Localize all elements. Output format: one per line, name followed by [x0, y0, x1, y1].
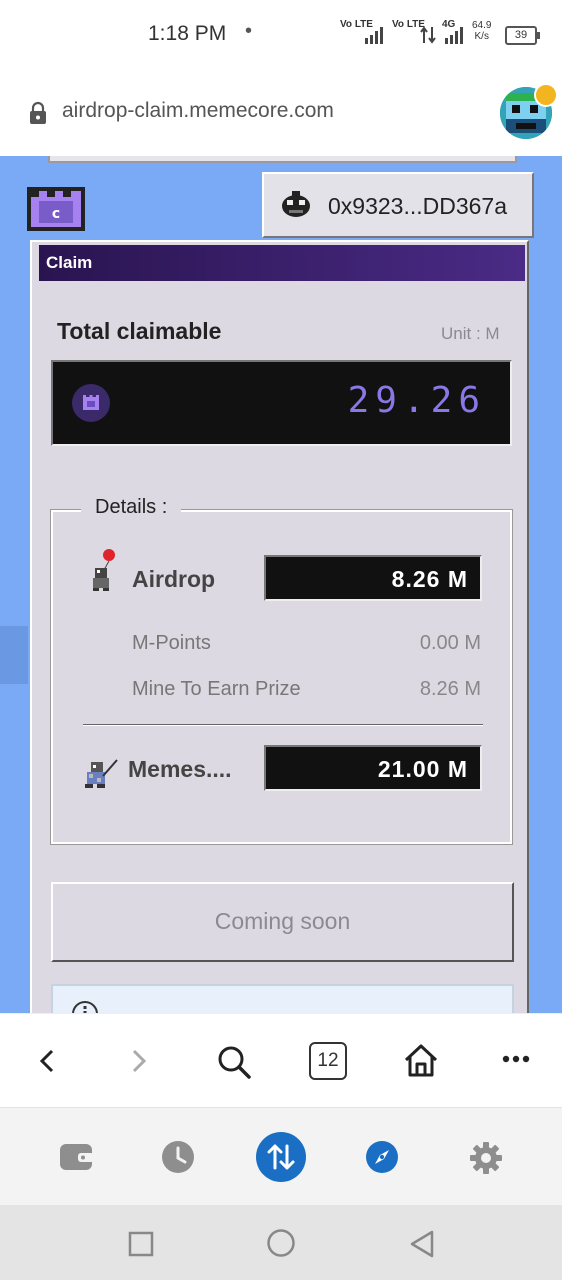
castle-logo-icon[interactable]: c	[25, 183, 87, 233]
tabs-count-button[interactable]: 12	[309, 1042, 347, 1080]
total-claimable-value: 29.26	[347, 380, 486, 421]
network-speed-unit: K/s	[474, 31, 489, 42]
info-icon	[72, 1001, 98, 1013]
data-arrows-icon	[420, 26, 436, 44]
search-icon[interactable]	[216, 1044, 252, 1080]
status-time: 1:18 PM	[148, 22, 227, 45]
status-bar: 1:18 PM • Vo LTE Vo LTE 4G 64.9 K/s 39	[0, 0, 562, 70]
claim-window: Claim Total claimable Unit : M 29.26 Det…	[30, 240, 529, 1013]
memes-value: 21.00 M	[377, 756, 468, 782]
wallet-address: 0x9323...DD367a	[328, 193, 508, 219]
chevron-left-icon[interactable]	[36, 1048, 58, 1074]
transfer-button[interactable]	[256, 1132, 306, 1182]
token-badge-icon	[72, 384, 110, 422]
airdrop-value-box: 8.26 M	[264, 555, 482, 601]
window-title: Claim	[46, 253, 93, 272]
memes-value-box: 21.00 M	[264, 745, 482, 791]
mpoints-value: 0.00 M	[419, 632, 481, 654]
signal-bars-icon	[365, 27, 383, 44]
memes-knight-icon	[85, 759, 118, 788]
gear-icon[interactable]	[468, 1140, 504, 1176]
airdrop-label: Airdrop	[132, 566, 216, 592]
coming-soon-button[interactable]: Coming soon	[51, 882, 514, 962]
url-text[interactable]: airdrop-claim.memecore.com	[62, 99, 334, 123]
wallet-avatar-icon	[282, 191, 310, 217]
wallet-dock	[0, 1107, 562, 1206]
system-nav-bar	[0, 1205, 562, 1280]
chevron-right-icon[interactable]	[128, 1048, 150, 1074]
status-dot: •	[245, 20, 253, 42]
unit-label: Unit : M	[441, 324, 500, 343]
lock-icon	[30, 101, 46, 124]
back-triangle-icon[interactable]	[408, 1229, 436, 1259]
wallet-address-button[interactable]: 0x9323...DD367a	[262, 172, 534, 238]
details-legend: Details :	[81, 496, 182, 519]
memes-label: Memes....	[128, 756, 232, 782]
compass-icon[interactable]	[365, 1140, 399, 1174]
background-pixel-block	[0, 626, 28, 684]
claim-title-bar: Claim	[39, 245, 525, 281]
mine-to-earn-value: 8.26 M	[419, 678, 481, 700]
avatar-badge-icon	[534, 83, 558, 107]
home-circle-icon[interactable]	[266, 1228, 296, 1258]
mpoints-label: M-Points	[132, 632, 211, 654]
more-dots-icon[interactable]	[502, 1054, 530, 1064]
browser-toolbar: 12	[0, 1013, 562, 1108]
svg-text:c: c	[52, 206, 60, 222]
recents-square-icon[interactable]	[128, 1231, 154, 1257]
total-claimable-display: 29.26	[51, 360, 512, 446]
clock-icon[interactable]	[160, 1139, 196, 1175]
airdrop-balloon-icon	[93, 549, 115, 591]
signal-bars-icon-2	[445, 27, 463, 44]
network-speed-value: 64.9	[472, 20, 492, 31]
mine-to-earn-label: Mine To Earn Prize	[132, 678, 301, 700]
transfer-arrows-icon	[267, 1144, 295, 1170]
castle-token-icon	[83, 395, 99, 410]
wallet-icon[interactable]	[58, 1140, 94, 1172]
web-page: c 0x9323...DD367a Claim Total claimable …	[0, 156, 562, 1013]
total-claimable-label: Total claimable	[57, 318, 222, 344]
airdrop-value: 8.26 M	[391, 566, 468, 592]
home-icon[interactable]	[402, 1042, 440, 1078]
info-panel	[51, 984, 514, 1013]
details-panel: Details : Airdrop 8.26 M M-Points 0.00 M…	[50, 496, 513, 845]
details-divider	[83, 724, 483, 726]
battery-icon: 39	[505, 26, 540, 45]
network-speed: 64.9 K/s	[472, 20, 491, 42]
top-panel-edge	[48, 156, 517, 163]
